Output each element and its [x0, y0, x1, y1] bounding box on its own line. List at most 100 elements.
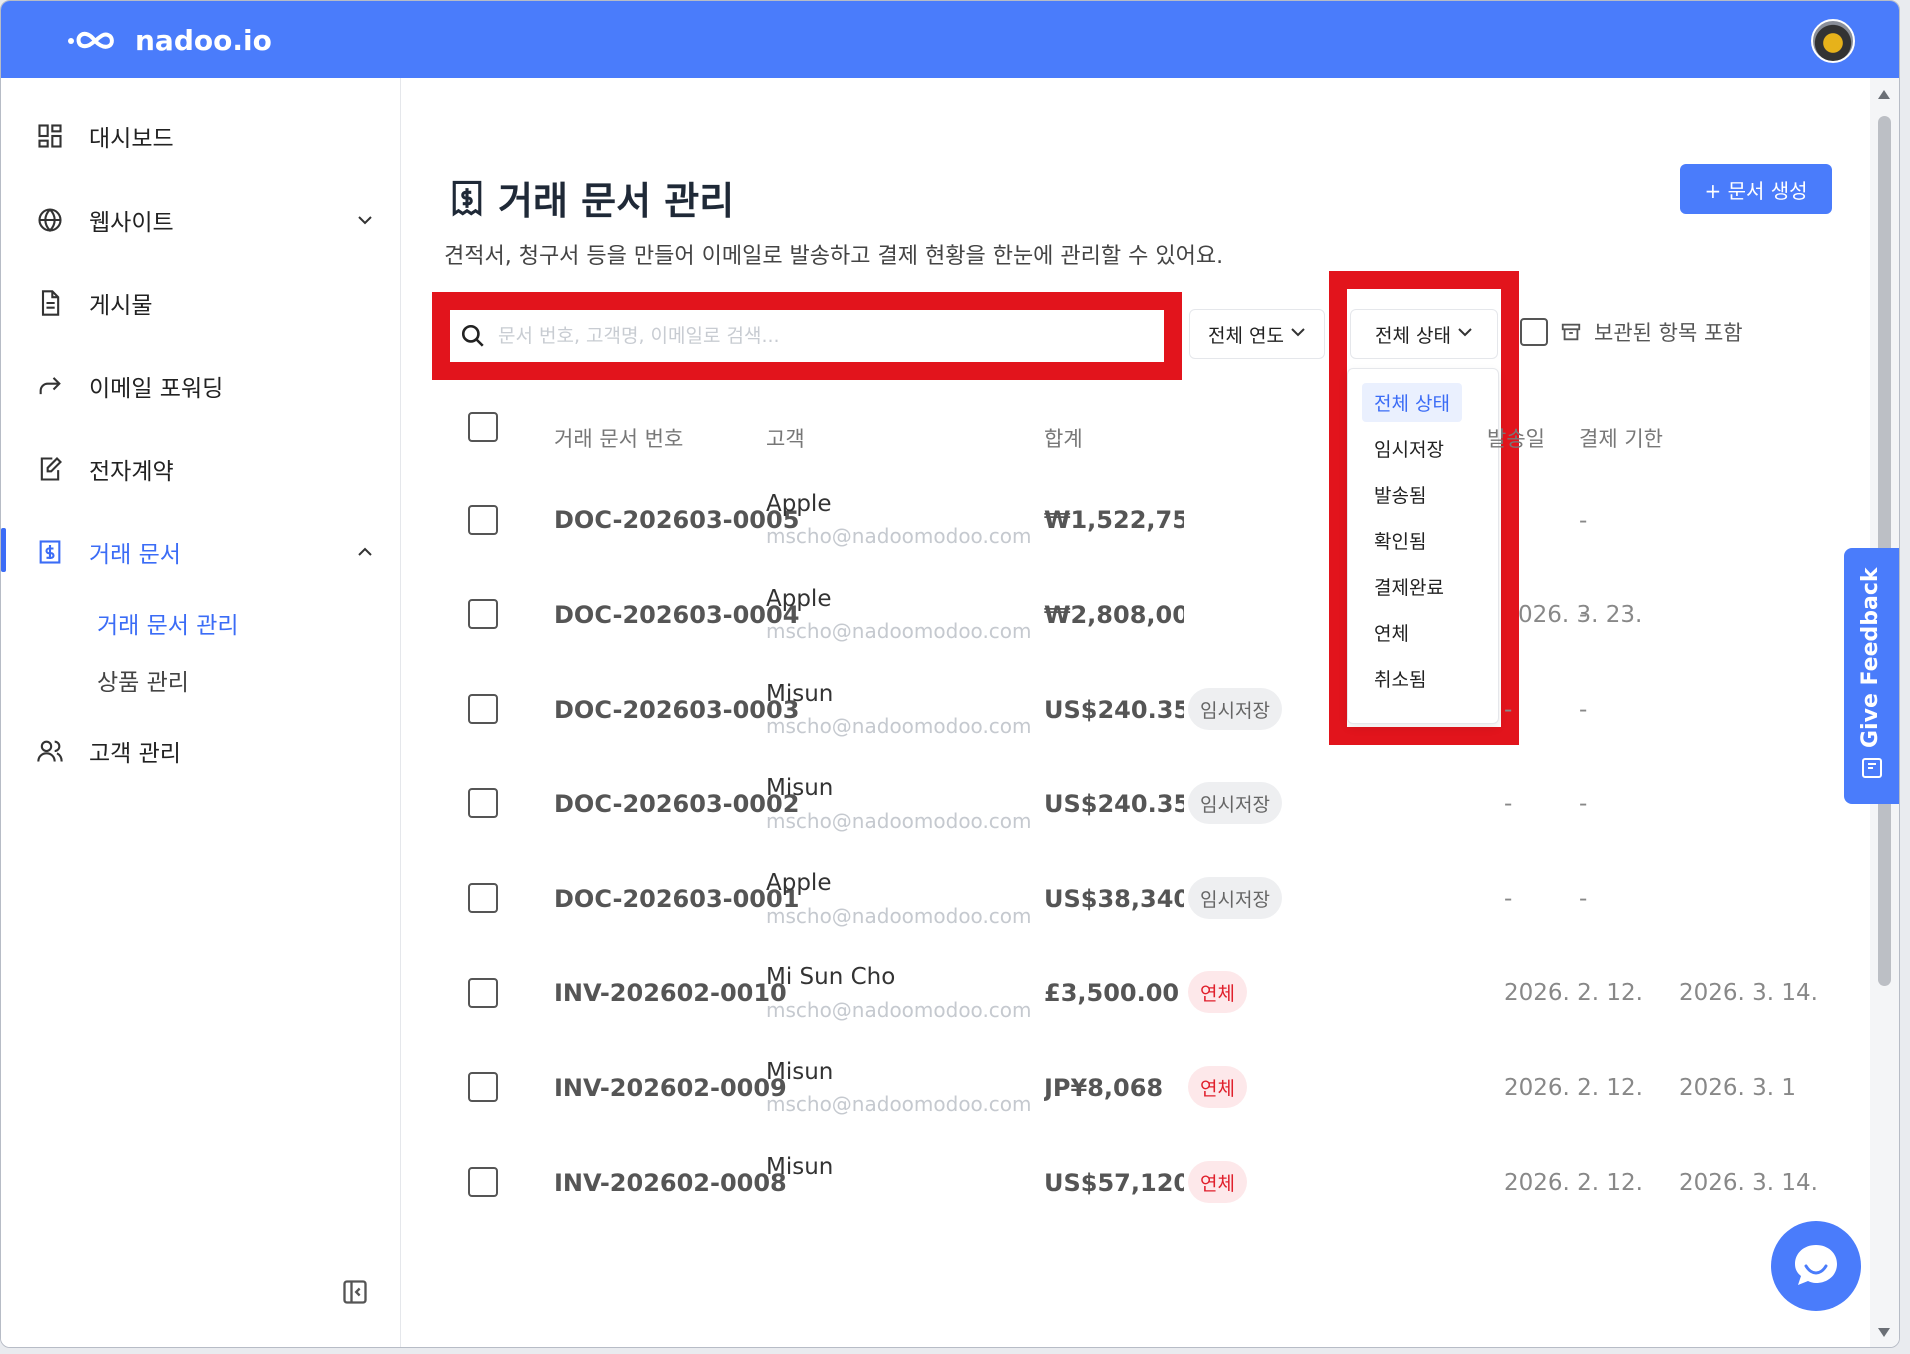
- year-filter-select[interactable]: 전체 연도: [1189, 309, 1325, 359]
- sidebar-item-e-contract[interactable]: 전자계약: [35, 449, 375, 489]
- include-archived-toggle[interactable]: 보관된 항목 포함: [1520, 317, 1743, 347]
- row-checkbox[interactable]: [468, 505, 498, 535]
- search-field[interactable]: [450, 310, 1164, 362]
- sidebar-item-transaction-docs[interactable]: 거래 문서: [35, 532, 375, 572]
- status-option-viewed[interactable]: 확인됨: [1362, 521, 1438, 560]
- customer-name: Misun: [766, 681, 834, 707]
- doc-number[interactable]: INV-202602-0009: [554, 1074, 787, 1102]
- column-header-customer[interactable]: 고객: [766, 423, 805, 453]
- column-header-total[interactable]: 합계: [1044, 423, 1083, 453]
- customer-name: Apple: [766, 870, 832, 896]
- dashboard-icon: [35, 121, 65, 151]
- sent-date: -: [1504, 886, 1513, 912]
- column-header-doc-no[interactable]: 거래 문서 번호: [554, 423, 683, 453]
- customer-email: mscho@nadoomodoo.com: [766, 524, 1032, 548]
- row-checkbox[interactable]: [468, 694, 498, 724]
- receipt-icon: [35, 537, 65, 567]
- doc-number[interactable]: INV-202602-0008: [554, 1169, 787, 1197]
- chevron-down-icon: [1457, 323, 1473, 345]
- give-feedback-tab[interactable]: Give Feedback: [1844, 548, 1899, 804]
- status-filter-select[interactable]: 전체 상태: [1350, 309, 1498, 359]
- sidebar-item-label: 전자계약: [89, 459, 174, 485]
- sidebar-subitem-products[interactable]: 상품 관리: [97, 663, 189, 697]
- app-window: nadoo.io 대시보드 웹사이트 게시물 이메일 포워딩 전자계약 거래 문…: [0, 0, 1900, 1348]
- avatar[interactable]: [1811, 19, 1855, 63]
- status-option-cancelled[interactable]: 취소됨: [1362, 659, 1438, 698]
- doc-number[interactable]: DOC-202603-0002: [554, 790, 799, 818]
- select-all-checkbox[interactable]: [468, 412, 498, 442]
- total-amount: US$57,120.0: [1044, 1169, 1184, 1197]
- include-archived-label: 보관된 항목 포함: [1594, 321, 1743, 345]
- customer-name: Mi Sun Cho: [766, 964, 896, 990]
- sent-date: 2026. 2. 12.: [1504, 1075, 1643, 1101]
- sidebar-item-dashboard[interactable]: 대시보드: [35, 116, 375, 156]
- sent-date: -: [1504, 697, 1513, 723]
- due-date: -: [1579, 508, 1588, 534]
- row-checkbox[interactable]: [468, 599, 498, 629]
- archive-icon: [1561, 323, 1581, 341]
- collapse-sidebar-icon[interactable]: [341, 1278, 369, 1306]
- active-indicator: [1, 528, 6, 572]
- give-feedback-label: Give Feedback: [1858, 567, 1883, 748]
- row-checkbox[interactable]: [468, 978, 498, 1008]
- due-date: -: [1579, 886, 1588, 912]
- customer-name: Misun: [766, 1059, 834, 1085]
- row-checkbox[interactable]: [468, 883, 498, 913]
- document-icon: [35, 288, 65, 318]
- sidebar-item-label: 거래 문서: [89, 542, 181, 568]
- sidebar-subitem-doc-management[interactable]: 거래 문서 관리: [97, 606, 239, 640]
- sidebar-item-label: 게시물: [89, 293, 153, 319]
- year-filter-label: 전체 연도: [1208, 324, 1284, 347]
- page-subtitle: 견적서, 청구서 등을 만들어 이메일로 발송하고 결제 현황을 한눈에 관리할…: [444, 244, 1224, 269]
- chat-bubble-icon: [1795, 1245, 1837, 1285]
- column-header-sent-date[interactable]: 발송일: [1487, 423, 1567, 453]
- create-document-button[interactable]: + 문서 생성: [1680, 164, 1832, 214]
- chat-button[interactable]: [1771, 1221, 1861, 1311]
- status-dropdown-menu: 전체 상태 임시저장 발송됨 확인됨 결제완료 연체 취소됨: [1347, 368, 1499, 724]
- doc-number[interactable]: DOC-202603-0005: [554, 506, 799, 534]
- doc-number[interactable]: DOC-202603-0003: [554, 696, 799, 724]
- sidebar-item-posts[interactable]: 게시물: [35, 283, 375, 323]
- customer-name: Apple: [766, 586, 832, 612]
- total-amount: US$240.35: [1044, 790, 1184, 818]
- chevron-down-icon[interactable]: [355, 210, 375, 230]
- sidebar-item-label: 이메일 포워딩: [89, 376, 224, 402]
- sidebar-item-website[interactable]: 웹사이트: [35, 200, 375, 240]
- total-amount: ₩1,522,756: [1044, 506, 1184, 534]
- status-badge: 연체: [1188, 1161, 1247, 1203]
- search-input[interactable]: [498, 325, 1098, 347]
- status-option-draft[interactable]: 임시저장: [1362, 429, 1456, 468]
- row-checkbox[interactable]: [468, 1167, 498, 1197]
- status-option-overdue[interactable]: 연체: [1362, 613, 1421, 652]
- chevron-up-icon[interactable]: [355, 542, 375, 562]
- scroll-up-icon[interactable]: [1878, 90, 1890, 99]
- scroll-down-icon[interactable]: [1878, 1328, 1890, 1337]
- customer-email: mscho@nadoomodoo.com: [766, 1092, 1032, 1116]
- sidebar-item-email-forwarding[interactable]: 이메일 포워딩: [35, 366, 375, 406]
- status-option-paid[interactable]: 결제완료: [1362, 567, 1456, 606]
- status-badge: 임시저장: [1188, 877, 1282, 919]
- status-option-sent[interactable]: 발송됨: [1362, 475, 1438, 514]
- doc-number[interactable]: DOC-202603-0004: [554, 601, 799, 629]
- column-header-due-date[interactable]: 결제 기한: [1579, 423, 1663, 453]
- page-title: 거래 문서 관리: [498, 179, 735, 223]
- doc-number[interactable]: DOC-202603-0001: [554, 885, 799, 913]
- status-badge: 임시저장: [1188, 688, 1282, 730]
- doc-number[interactable]: INV-202602-0010: [554, 979, 787, 1007]
- logo[interactable]: nadoo.io: [67, 24, 272, 57]
- status-option-all[interactable]: 전체 상태: [1362, 383, 1462, 422]
- row-checkbox[interactable]: [468, 1072, 498, 1102]
- customer-email: mscho@nadoomodoo.com: [766, 904, 1032, 928]
- row-checkbox[interactable]: [468, 788, 498, 818]
- search-highlight-box: [432, 292, 1182, 380]
- status-badge: 임시저장: [1188, 782, 1282, 824]
- include-archived-checkbox[interactable]: [1520, 318, 1548, 346]
- users-icon: [35, 736, 65, 766]
- total-amount: JP¥8,068: [1044, 1074, 1164, 1102]
- receipt-icon: [452, 180, 482, 216]
- search-icon: [461, 324, 484, 347]
- due-date: -: [1579, 791, 1588, 817]
- sidebar-item-customers[interactable]: 고객 관리: [35, 731, 375, 771]
- total-amount: ₩2,808,000: [1044, 601, 1184, 629]
- forward-icon: [35, 371, 65, 401]
